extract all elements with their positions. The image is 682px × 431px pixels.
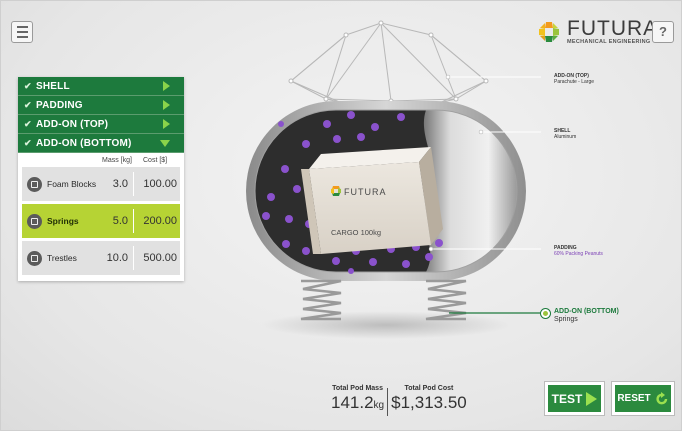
category-padding[interactable]: ✔ PADDING xyxy=(18,96,184,115)
help-button[interactable]: ? xyxy=(652,21,674,43)
brand-name: FUTURA xyxy=(567,17,659,40)
spring-icon xyxy=(27,213,42,229)
callout-shell: SHELL Aluminum xyxy=(554,128,577,140)
hamburger-icon xyxy=(16,26,28,28)
callout-value: Springs xyxy=(554,316,578,323)
reset-button[interactable]: RESET xyxy=(612,382,674,415)
check-icon: ✔ xyxy=(24,99,32,110)
totals-divider xyxy=(387,388,389,416)
cargo-label: CARGO 100kg xyxy=(331,228,381,237)
callout-padding: PADDING 60% Packing Peanuts xyxy=(554,245,603,257)
trestle-icon xyxy=(27,250,42,266)
mass-column-header: Mass [kg] xyxy=(102,156,132,164)
reset-label: RESET xyxy=(617,393,651,404)
category-shell[interactable]: ✔ SHELL xyxy=(18,77,184,96)
check-icon: ✔ xyxy=(24,80,32,91)
totals: Total Pod Mass 141.2kg Total Pod Cost $1… xyxy=(331,385,467,419)
total-cost: Total Pod Cost $1,313.50 xyxy=(391,385,467,419)
callout-value: Aluminum xyxy=(554,133,577,140)
expand-arrow-icon xyxy=(163,81,170,91)
parachute xyxy=(288,20,489,108)
config-panel: ✔ SHELL ✔ PADDING ✔ ADD-ON (TOP) ✔ ADD-O… xyxy=(18,77,184,281)
option-mass: 3.0 xyxy=(112,178,128,190)
foam-icon xyxy=(27,176,42,192)
option-name: Foam Blocks xyxy=(47,178,97,189)
option-mass: 10.0 xyxy=(106,252,128,264)
total-mass: Total Pod Mass 141.2kg xyxy=(331,385,384,419)
option-springs[interactable]: Springs 5.0 200.00 xyxy=(22,204,180,238)
option-foam-blocks[interactable]: Foam Blocks 3.0 100.00 xyxy=(22,167,180,201)
pod-illustration: FUTURA CARGO 100kg xyxy=(246,20,541,339)
option-cost: 100.00 xyxy=(143,178,177,190)
cargo-box xyxy=(301,147,443,254)
futura-logo: FUTURA MECHANICAL ENGINEERING xyxy=(537,15,658,49)
test-button[interactable]: TEST xyxy=(545,382,604,415)
total-mass-unit: kg xyxy=(373,400,385,411)
total-mass-value: 141.2 xyxy=(331,393,374,412)
total-cost-label: Total Pod Cost xyxy=(404,385,454,392)
total-cost-value: $1,313.50 xyxy=(391,393,467,412)
callout-addon-bottom: ADD-ON (BOTTOM) Springs xyxy=(554,308,619,324)
collapse-arrow-icon xyxy=(160,139,170,147)
category-addon-bottom[interactable]: ✔ ADD-ON (BOTTOM) xyxy=(18,134,184,153)
option-cost: 200.00 xyxy=(143,215,177,227)
total-mass-label: Total Pod Mass xyxy=(332,385,383,392)
category-addon-top[interactable]: ✔ ADD-ON (TOP) xyxy=(18,115,184,134)
option-name: Trestles xyxy=(47,252,77,263)
category-label: ADD-ON (TOP) xyxy=(36,118,109,130)
app-frame: FUTURA MECHANICAL ENGINEERING ? ✔ SHELL … xyxy=(0,0,682,431)
brand-subtitle: MECHANICAL ENGINEERING xyxy=(567,39,651,45)
expand-arrow-icon xyxy=(163,119,170,129)
reset-icon xyxy=(656,391,667,404)
test-label: TEST xyxy=(551,391,583,406)
check-icon: ✔ xyxy=(24,137,32,148)
category-label: ADD-ON (BOTTOM) xyxy=(36,137,132,149)
option-cost: 500.00 xyxy=(143,252,177,264)
callout-addon-top: ADD-ON (TOP) Parachute - Large xyxy=(554,73,595,85)
options-header: Mass [kg] Cost [$] xyxy=(18,153,184,167)
play-icon xyxy=(586,391,598,406)
expand-arrow-icon xyxy=(163,100,170,110)
cargo-brand: FUTURA xyxy=(344,187,387,197)
option-mass: 5.0 xyxy=(112,215,128,227)
menu-button[interactable] xyxy=(11,21,33,43)
option-name: Springs xyxy=(47,215,79,226)
callout-value: 60% Packing Peanuts xyxy=(554,250,603,257)
category-label: PADDING xyxy=(36,99,83,111)
callout-value: Parachute - Large xyxy=(554,78,595,85)
check-icon: ✔ xyxy=(24,118,32,129)
callout-title: ADD-ON (BOTTOM) xyxy=(554,308,619,315)
category-label: SHELL xyxy=(36,80,70,92)
callout-marker-icon xyxy=(541,309,550,318)
cost-column-header: Cost [$] xyxy=(143,156,168,164)
option-trestles[interactable]: Trestles 10.0 500.00 xyxy=(22,241,180,275)
